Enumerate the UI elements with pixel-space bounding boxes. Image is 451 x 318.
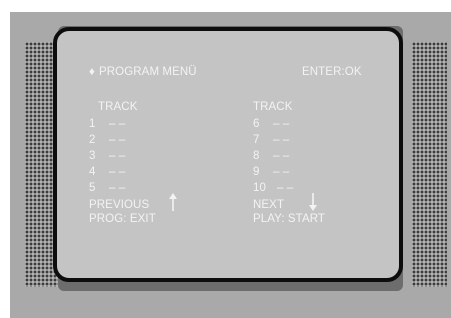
track-number: 1 <box>89 118 96 130</box>
track-slot-5[interactable]: – – <box>109 181 125 195</box>
track-number: 8 <box>253 150 260 162</box>
track-heading-left: TRACK <box>98 101 138 113</box>
enter-ok-hint: ENTER:OK <box>302 66 362 78</box>
track-slot-7[interactable]: – – <box>273 133 289 147</box>
prog-exit-hint: PROG: EXIT <box>89 213 156 225</box>
menu-title: PROGRAM MENÜ <box>99 66 197 78</box>
track-slot-8[interactable]: – – <box>273 149 289 163</box>
osd-screen: ♦ PROGRAM MENÜ ENTER:OK TRACK TRACK 1 – … <box>53 27 403 282</box>
track-number: 7 <box>253 134 260 146</box>
track-number: 4 <box>89 166 96 178</box>
track-number: 5 <box>89 182 96 194</box>
track-slot-1[interactable]: – – <box>109 117 125 131</box>
track-number: 10 <box>253 182 266 194</box>
track-number: 3 <box>89 150 96 162</box>
track-slot-4[interactable]: – – <box>109 165 125 179</box>
up-arrow-icon <box>169 193 177 211</box>
menu-marker-icon: ♦ <box>89 66 95 78</box>
next-hint[interactable]: NEXT <box>253 198 284 212</box>
speaker-grille-right <box>412 42 447 287</box>
play-start-hint: PLAY: START <box>253 213 326 225</box>
track-slot-2[interactable]: – – <box>109 133 125 147</box>
track-number: 9 <box>253 166 260 178</box>
down-arrow-icon <box>309 193 317 211</box>
track-slot-9[interactable]: – – <box>273 165 289 179</box>
track-number: 6 <box>253 118 260 130</box>
track-slot-3[interactable]: – – <box>109 149 125 163</box>
track-heading-right: TRACK <box>253 101 293 113</box>
track-number: 2 <box>89 134 96 146</box>
track-slot-10[interactable]: – – <box>277 181 293 195</box>
track-slot-6[interactable]: – – <box>273 117 289 131</box>
previous-hint[interactable]: PREVIOUS <box>89 198 149 212</box>
